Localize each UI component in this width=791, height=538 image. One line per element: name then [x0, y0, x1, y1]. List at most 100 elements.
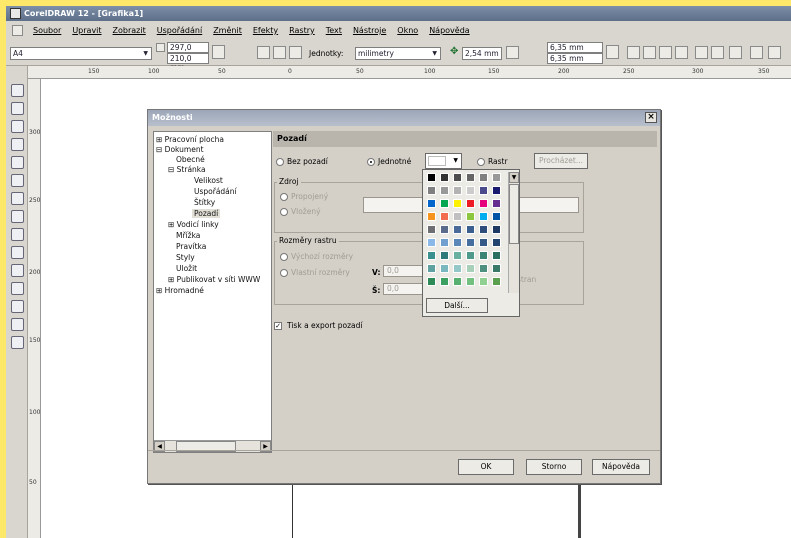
color-swatch[interactable] — [466, 173, 475, 182]
color-swatch[interactable] — [492, 264, 501, 273]
zoom-tool-icon[interactable] — [11, 120, 24, 133]
snap-objects-button[interactable] — [659, 46, 672, 59]
shape-tool-icon[interactable] — [11, 102, 24, 115]
color-swatch[interactable] — [479, 277, 488, 286]
options-button[interactable] — [711, 46, 724, 59]
menu-upravit[interactable]: Upravit — [72, 26, 101, 35]
tree-item-pozadi[interactable]: Pozadí — [192, 209, 221, 218]
tree-item-ulozit[interactable]: Uložit — [176, 264, 197, 273]
ellipse-tool-icon[interactable] — [11, 192, 24, 205]
paper-size-select[interactable]: A4 ▼ — [10, 47, 152, 60]
color-swatch[interactable] — [427, 199, 436, 208]
color-swatch[interactable] — [492, 238, 501, 247]
color-swatch[interactable] — [453, 186, 462, 195]
interactive-blend-tool-icon[interactable] — [11, 264, 24, 277]
tree-item-dokument[interactable]: ⊟ Dokument — [156, 145, 204, 154]
portrait-button[interactable] — [257, 46, 270, 59]
scroll-thumb[interactable] — [509, 184, 519, 244]
bitmap-height-input[interactable]: 0,0 — [383, 265, 425, 277]
tree-item-vodici-linky[interactable]: ⊞ Vodicí linky — [168, 220, 219, 229]
polygon-tool-icon[interactable] — [11, 210, 24, 223]
bg-bitmap-radio[interactable] — [477, 158, 485, 166]
source-embedded-radio[interactable] — [280, 208, 288, 216]
document-icon[interactable] — [12, 25, 23, 36]
color-swatch[interactable] — [427, 212, 436, 221]
color-swatch[interactable] — [479, 264, 488, 273]
smart-fill-tool-icon[interactable] — [11, 156, 24, 169]
all-pages-button[interactable] — [289, 46, 302, 59]
color-swatch[interactable] — [440, 212, 449, 221]
print-export-checkbox[interactable]: ✓ — [274, 322, 282, 330]
color-swatch[interactable] — [440, 186, 449, 195]
color-swatch[interactable] — [427, 186, 436, 195]
menu-zobrazit[interactable]: Zobrazit — [113, 26, 146, 35]
color-picker-button[interactable]: ▼ — [425, 153, 462, 169]
bitmap-width-input[interactable]: 0,0 — [383, 283, 425, 295]
tree-item-pravitka[interactable]: Pravítka — [176, 242, 206, 251]
color-swatch[interactable] — [453, 212, 462, 221]
menu-napoveda[interactable]: Nápověda — [429, 26, 470, 35]
page-button[interactable] — [750, 46, 763, 59]
nudge-input[interactable]: 2,54 mm — [462, 47, 502, 60]
menu-usporadani[interactable]: Uspořádání — [157, 26, 202, 35]
browse-button[interactable]: Procházet... — [534, 153, 588, 169]
color-swatch[interactable] — [440, 251, 449, 260]
color-swatch[interactable] — [466, 212, 475, 221]
landscape-button[interactable] — [273, 46, 286, 59]
color-swatch[interactable] — [427, 225, 436, 234]
color-swatch[interactable] — [440, 173, 449, 182]
eyedropper-tool-icon[interactable] — [11, 282, 24, 295]
width-spinner[interactable] — [212, 45, 225, 59]
color-swatch[interactable] — [453, 264, 462, 273]
tree-item-stranka[interactable]: ⊟ Stránka — [168, 165, 206, 174]
color-swatch[interactable] — [440, 238, 449, 247]
pick-tool-icon[interactable] — [11, 84, 24, 97]
snap-grid-button[interactable] — [627, 46, 640, 59]
color-swatch[interactable] — [479, 251, 488, 260]
duplicate-y-input[interactable]: 6,35 mm — [547, 53, 603, 64]
basic-shapes-tool-icon[interactable] — [11, 228, 24, 241]
menu-zmenit[interactable]: Změnit — [213, 26, 242, 35]
treat-as-filled-button[interactable] — [695, 46, 708, 59]
color-swatch[interactable] — [492, 186, 501, 195]
tree-item-pracovni-plocha[interactable]: ⊞ Pracovní plocha — [156, 135, 224, 144]
color-swatch[interactable] — [479, 238, 488, 247]
tree-item-mrizka[interactable]: Mřížka — [176, 231, 200, 240]
snap-guides-button[interactable] — [643, 46, 656, 59]
units-select[interactable]: milimetry ▼ — [355, 47, 441, 60]
color-swatch[interactable] — [479, 173, 488, 182]
help-button[interactable]: Nápověda — [592, 459, 650, 475]
rectangle-tool-icon[interactable] — [11, 174, 24, 187]
tree-item-usporadani[interactable]: Uspořádání — [194, 187, 237, 196]
close-icon[interactable]: × — [645, 112, 657, 123]
tree-item-stitky[interactable]: Štítky — [194, 198, 215, 207]
menu-text[interactable]: Text — [326, 26, 342, 35]
palette-scrollbar[interactable]: ▲ ▼ — [508, 172, 519, 293]
tree-item-velikost[interactable]: Velikost — [194, 176, 223, 185]
color-swatch[interactable] — [427, 251, 436, 260]
color-swatch[interactable] — [453, 173, 462, 182]
color-swatch[interactable] — [466, 264, 475, 273]
tree-item-obecne[interactable]: Obecné — [176, 155, 205, 164]
color-swatch[interactable] — [492, 173, 501, 182]
color-swatch[interactable] — [440, 264, 449, 273]
dynamic-guides-button[interactable] — [675, 46, 688, 59]
color-swatch[interactable] — [479, 186, 488, 195]
outline-button[interactable] — [729, 46, 742, 59]
color-swatch[interactable] — [440, 225, 449, 234]
toolbar-overflow-button[interactable] — [768, 46, 781, 59]
fill-tool-icon[interactable] — [11, 318, 24, 331]
color-swatch[interactable] — [453, 277, 462, 286]
tree-item-hromadne[interactable]: ⊞ Hromadné — [156, 286, 204, 295]
text-tool-icon[interactable] — [11, 246, 24, 259]
color-swatch[interactable] — [440, 199, 449, 208]
color-swatch[interactable] — [492, 212, 501, 221]
page-width-input[interactable]: 297,0 mm — [167, 42, 209, 61]
color-swatch[interactable] — [479, 225, 488, 234]
bg-none-radio[interactable] — [276, 158, 284, 166]
more-colors-button[interactable]: Další... — [426, 298, 488, 313]
nudge-spinner[interactable] — [506, 46, 519, 59]
custom-size-radio[interactable] — [280, 269, 288, 277]
color-swatch[interactable] — [492, 199, 501, 208]
freehand-tool-icon[interactable] — [11, 138, 24, 151]
